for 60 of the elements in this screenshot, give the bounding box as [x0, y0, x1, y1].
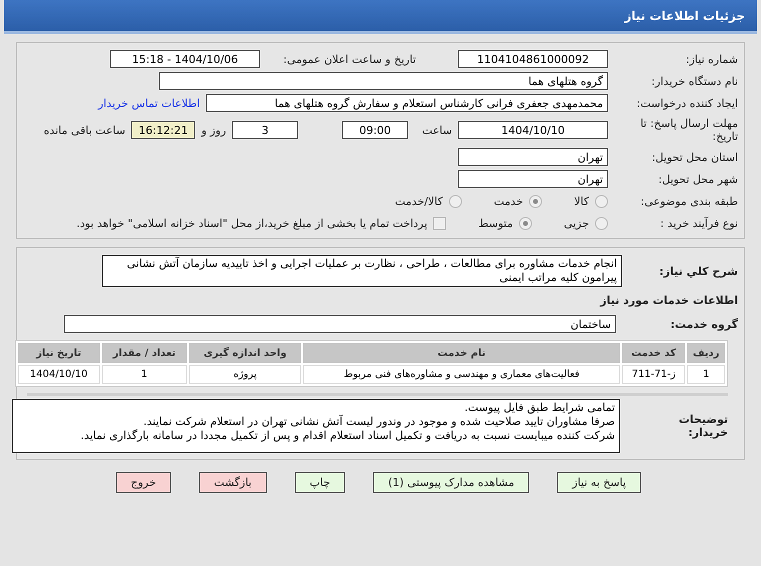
days-field: 3 — [232, 121, 298, 139]
field-label: استان محل تحویل: — [650, 150, 738, 164]
action-button[interactable]: مشاهده مدارک پیوستی (1) — [373, 472, 530, 493]
announce-date-field: 1404/10/06 - 15:18 — [110, 50, 260, 68]
radio-label: کالا — [574, 194, 589, 208]
checkbox[interactable] — [433, 216, 446, 230]
table-cell: ز-71-711 — [622, 365, 686, 384]
column-header: کد خدمت — [622, 343, 686, 363]
field-label: ایجاد کننده درخواست: — [636, 96, 738, 110]
remaining-time-field: 16:12:21 — [131, 121, 196, 139]
radio-label: کالا/خدمت — [395, 194, 443, 208]
buyer-org-field: گروه هتلهای هما — [159, 72, 608, 90]
table-cell: فعالیت‌های معماری و مهندسی و مشاوره‌های فنی مربوط — [303, 365, 620, 384]
field-label: مهلت ارسال پاسخ: تا تاریخ: — [639, 117, 738, 143]
action-button[interactable]: پاسخ به نیاز — [557, 472, 641, 493]
field-label: نام دستگاه خریدار: — [650, 74, 738, 88]
radio-button[interactable] — [518, 216, 532, 230]
section-heading: اطلاعات خدمات مورد نياز — [600, 294, 738, 306]
service-group-field: ساختمان — [64, 315, 616, 333]
action-button[interactable]: بازگشت — [199, 472, 267, 493]
column-header: تعداد / مقدار — [102, 343, 187, 363]
days-label: روز و — [201, 124, 226, 136]
buyer-notes-box: تمامی شرایط طبق فایل پیوست. صرفا مشاوران تایید صلاحیت شده و موجود در وندور لیست آتش نشانی تهران در استعلام شرکت نمایند. شرکت کننده میبایست نسبت به دریافت و تکمیل اسناد استعلام اقدام و پس از تکمیل مجددا در سامانه بارگذاری نماید. — [12, 399, 620, 453]
field-label: طبقه بندی موضوعی: — [640, 194, 738, 208]
action-button[interactable]: خروج — [116, 472, 172, 493]
field-label: گروه خدمت: — [669, 318, 738, 330]
field-label: توضیحات خریدار: — [678, 413, 729, 439]
table-cell: 1 — [102, 365, 187, 384]
contact-link[interactable]: اطلاعات تماس خریدار — [98, 96, 200, 110]
column-header: تاریخ نیاز — [18, 343, 100, 363]
deadline-date-field: 1404/10/10 — [458, 121, 608, 139]
remaining-label: ساعت باقی مانده — [44, 124, 126, 136]
field-label: شماره نیاز: — [684, 52, 738, 66]
column-header: نام خدمت — [303, 343, 620, 363]
action-button[interactable]: چاپ — [294, 472, 346, 493]
radio-button[interactable] — [595, 194, 608, 208]
radio-button[interactable] — [448, 194, 462, 208]
field-label: شهر محل تحویل: — [657, 172, 738, 186]
need-number-field: 1104104861000092 — [458, 50, 608, 68]
radio-label: متوسط — [478, 216, 513, 230]
field-label: تاریخ و ساعت اعلان عمومی: — [282, 52, 416, 66]
radio-label: خدمت — [494, 194, 524, 208]
deadline-time-field: 09:00 — [342, 121, 408, 139]
checkbox-label: پرداخت تمام یا بخشی از مبلغ خرید،از محل "اسناد خزانه اسلامی" خواهد بود. — [76, 216, 428, 230]
time-label: ساعت — [422, 124, 452, 136]
radio-label: جزیی — [564, 216, 589, 230]
province-field: تهران — [458, 148, 608, 166]
requester-field: محمدمهدی جعفری فرانی کارشناس استعلام و سفارش گروه هتلهای هما — [206, 94, 608, 112]
table-cell: 1404/10/10 — [18, 365, 100, 384]
description-box: انجام خدمات مشاوره برای مطالعات ، طراحی ، نظارت بر عملیات اجرایی و اخذ تاییدیه سازمان آتش نشانی پیرامون کلیه مراتب ایمنی — [102, 255, 622, 287]
table-cell: پروژه — [188, 365, 302, 384]
field-label: نوع فرآیند خرید : — [659, 216, 738, 230]
radio-button[interactable] — [529, 194, 542, 208]
column-header: واحد اندازه گیری — [188, 343, 302, 363]
city-field: تهران — [458, 170, 608, 188]
radio-button[interactable] — [595, 216, 608, 230]
field-label: شرح کلي نياز: — [658, 264, 738, 278]
column-header: ردیف — [687, 343, 725, 363]
table-cell: 1 — [687, 365, 725, 384]
page-title: جزئیات اطلاعات نیاز — [624, 8, 745, 22]
